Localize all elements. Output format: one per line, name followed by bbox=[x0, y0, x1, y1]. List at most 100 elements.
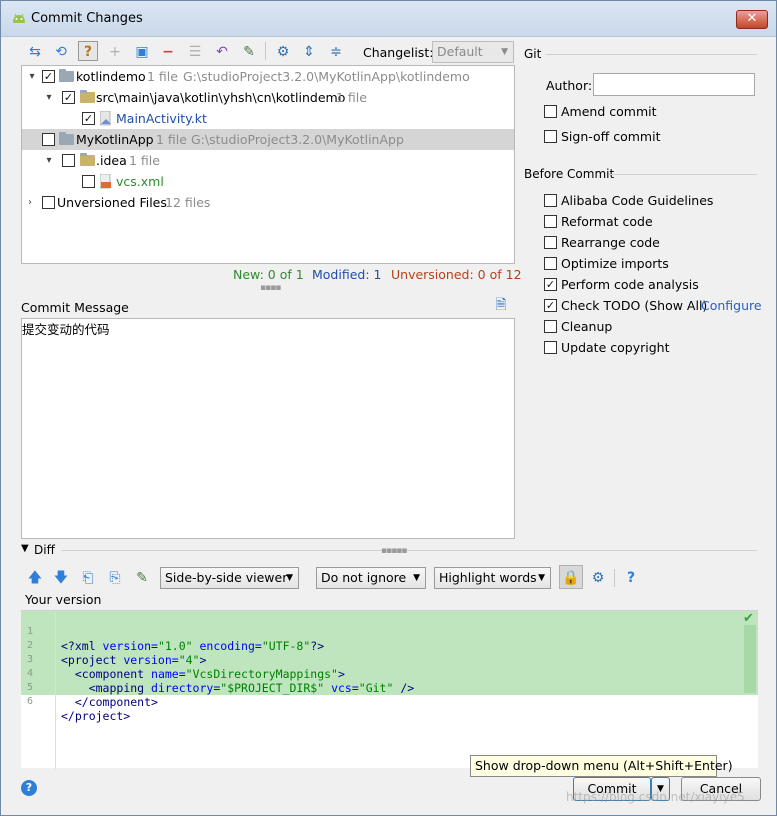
message-history-icon[interactable]: 🗎 bbox=[491, 295, 511, 315]
code-line: 3 <component name="VcsDirectoryMappings"… bbox=[21, 639, 345, 681]
file-count: 1 file bbox=[147, 69, 178, 84]
settings-icon[interactable]: ⚙ bbox=[273, 42, 293, 62]
close-button[interactable]: ✕ bbox=[736, 10, 768, 29]
tree-row[interactable]: › Unversioned Files 12 files bbox=[22, 192, 514, 213]
arrow-down-icon[interactable]: 🡇 bbox=[51, 568, 71, 588]
chevron-down-icon[interactable]: ▾ bbox=[26, 66, 38, 87]
checkbox[interactable] bbox=[544, 105, 557, 118]
checkbox[interactable] bbox=[544, 341, 557, 354]
diff-arrows-icon[interactable]: ⇆ bbox=[25, 42, 45, 62]
checkbox[interactable] bbox=[62, 154, 75, 167]
group-icon[interactable]: ☰ bbox=[185, 42, 205, 62]
folder-icon bbox=[80, 153, 95, 166]
tree-row[interactable]: MyKotlinApp 1 file G:\studioProject3.2.0… bbox=[22, 129, 514, 150]
folder-icon bbox=[80, 90, 95, 103]
checkbox[interactable] bbox=[544, 236, 557, 249]
edit-source-icon[interactable]: ✎ bbox=[239, 42, 259, 62]
tree-row[interactable]: ✓ MainActivity.kt bbox=[22, 108, 514, 129]
chevron-down-icon[interactable]: ▾ bbox=[43, 87, 55, 108]
unversioned-icon[interactable]: ? bbox=[78, 41, 98, 61]
tree-row[interactable]: vcs.xml bbox=[22, 171, 514, 192]
tree-row[interactable]: ▾ .idea 1 file bbox=[22, 150, 514, 171]
lock-icon[interactable]: 🔒 bbox=[559, 565, 583, 589]
collapse-all-icon[interactable]: ≑ bbox=[326, 42, 346, 62]
chevron-right-icon[interactable]: › bbox=[24, 192, 36, 213]
configure-link[interactable]: Configure bbox=[701, 297, 762, 315]
tree-row[interactable]: ▾ ✓ kotlindemo 1 file G:\studioProject3.… bbox=[22, 66, 514, 87]
checkbox[interactable] bbox=[544, 130, 557, 143]
tree-item-label: MyKotlinApp bbox=[76, 132, 154, 147]
chevron-down-icon[interactable]: ▾ bbox=[43, 150, 55, 171]
option-label: Optimize imports bbox=[561, 256, 669, 271]
tree-row[interactable]: ▾ ✓ src\main\java\kotlin\yhsh\cn\kotlind… bbox=[22, 87, 514, 108]
arrow-up-icon[interactable]: 🡅 bbox=[25, 568, 45, 588]
checkbox[interactable]: ✓ bbox=[62, 91, 75, 104]
file-count: 1 file bbox=[336, 90, 367, 105]
splitter-handle[interactable]: ▪▪▪▪▪ bbox=[381, 546, 407, 556]
changes-tree[interactable]: ▾ ✓ kotlindemo 1 file G:\studioProject3.… bbox=[21, 65, 515, 264]
option-label: Alibaba Code Guidelines bbox=[561, 193, 714, 208]
move-icon[interactable]: ▣ bbox=[132, 42, 152, 62]
checkbox[interactable]: ✓ bbox=[544, 278, 557, 291]
tree-item-label: Unversioned Files bbox=[57, 195, 167, 210]
rollback-icon[interactable]: ↶ bbox=[212, 42, 232, 62]
code-line: 5 </component> bbox=[21, 667, 158, 709]
checkbox[interactable] bbox=[544, 215, 557, 228]
previous-file-icon[interactable]: ⎗ bbox=[78, 568, 98, 588]
tree-item-label: src\main\java\kotlin\yhsh\cn\kotlindemo bbox=[96, 90, 346, 105]
code-line: 4 <mapping directory="$PROJECT_DIR$" vcs… bbox=[21, 653, 414, 695]
commit-message-text: 提交变动的代码 bbox=[22, 322, 110, 337]
viewer-dropdown[interactable]: Side-by-side viewer ▼ bbox=[160, 567, 299, 589]
commit-message-input[interactable]: 提交变动的代码 bbox=[21, 318, 515, 539]
remove-icon[interactable]: − bbox=[158, 42, 178, 62]
file-count: 1 file bbox=[156, 132, 187, 147]
option-label: Check TODO (Show All) bbox=[561, 298, 708, 313]
changelist-dropdown[interactable]: Default ▼ bbox=[432, 41, 514, 63]
module-folder-icon bbox=[59, 132, 74, 145]
chevron-down-icon[interactable]: ▼ bbox=[21, 543, 29, 554]
viewer-value: Side-by-side viewer bbox=[165, 570, 288, 585]
chevron-down-icon: ▼ bbox=[538, 573, 545, 583]
code-text: <project version="4"> bbox=[61, 653, 207, 667]
window-title: Commit Changes bbox=[31, 11, 143, 26]
toolbar-separator bbox=[614, 569, 615, 587]
help-icon[interactable]: ? bbox=[621, 568, 641, 588]
splitter-handle[interactable]: ▪▪▪▪ bbox=[260, 283, 281, 293]
module-path: G:\studioProject3.2.0\MyKotlinApp\kotlin… bbox=[183, 69, 470, 84]
code-text: <component name="VcsDirectoryMappings"> bbox=[74, 667, 345, 681]
signoff-commit-label: Sign-off commit bbox=[561, 129, 661, 144]
stats-modified: Modified: 1 bbox=[312, 267, 382, 282]
code-line: 6 </project> bbox=[21, 681, 130, 723]
changelist-label: Changelist: bbox=[363, 45, 434, 60]
divider bbox=[61, 550, 757, 551]
edit-source-icon[interactable]: ✎ bbox=[132, 568, 152, 588]
checkbox[interactable] bbox=[82, 175, 95, 188]
checkbox[interactable] bbox=[544, 194, 557, 207]
expand-all-icon[interactable]: ⇕ bbox=[299, 42, 319, 62]
option-label: Rearrange code bbox=[561, 235, 660, 250]
option-label: Perform code analysis bbox=[561, 277, 699, 292]
diff-editor[interactable]: ✔ 1 <?xml version="1.0" encoding="UTF-8"… bbox=[21, 610, 758, 769]
chevron-down-icon: ▼ bbox=[286, 573, 293, 583]
checkbox[interactable]: ✓ bbox=[82, 112, 95, 125]
highlight-dropdown[interactable]: Highlight words ▼ bbox=[434, 567, 551, 589]
checkbox[interactable]: ✓ bbox=[544, 299, 557, 312]
version-label: Your version bbox=[25, 592, 102, 607]
commit-message-label: Commit Message bbox=[21, 300, 129, 315]
checkbox[interactable] bbox=[544, 257, 557, 270]
divider bbox=[546, 54, 757, 55]
help-button[interactable]: ? bbox=[21, 780, 37, 796]
checkbox[interactable] bbox=[42, 133, 55, 146]
commit-changes-dialog: Commit Changes ✕ ⇆ ⟲ ? + ▣ − ☰ ↶ ✎ ⚙ ⇕ ≑… bbox=[0, 0, 777, 816]
author-input[interactable] bbox=[593, 73, 755, 96]
next-file-icon[interactable]: ⎘ bbox=[105, 568, 125, 588]
checkbox[interactable] bbox=[544, 320, 557, 333]
add-icon[interactable]: + bbox=[105, 42, 125, 62]
settings-icon[interactable]: ⚙ bbox=[588, 568, 608, 588]
tree-item-label: .idea bbox=[96, 153, 127, 168]
ignore-dropdown[interactable]: Do not ignore ▼ bbox=[316, 567, 426, 589]
checkbox[interactable]: ✓ bbox=[42, 70, 55, 83]
checkbox[interactable] bbox=[42, 196, 55, 209]
check-icon: ✔ bbox=[743, 611, 754, 626]
refresh-icon[interactable]: ⟲ bbox=[51, 42, 71, 62]
